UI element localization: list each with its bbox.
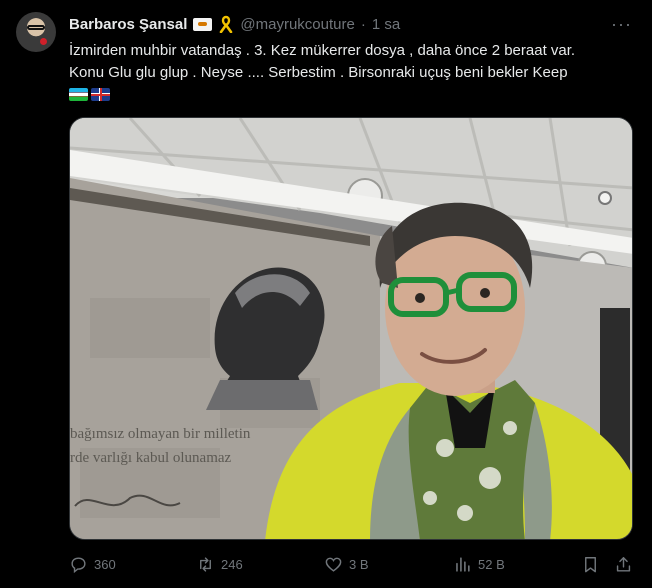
- reply-count: 360: [94, 556, 116, 572]
- tweet-text-line: İzmirden muhbir vatandaş . 3. Kez mükerr…: [69, 42, 576, 59]
- selfie-image: bağımsız olmayan bir milletin rde varlığ…: [70, 118, 632, 539]
- views-chart-icon: [456, 556, 470, 572]
- repost-count: 246: [221, 556, 243, 572]
- tweet-photo[interactable]: bağımsız olmayan bir milletin rde varlığ…: [69, 117, 633, 540]
- share-icon: [616, 556, 631, 572]
- views-button[interactable]: 52 B: [453, 552, 505, 576]
- avatar[interactable]: [16, 12, 56, 52]
- wall-inscription-1: bağımsız olmayan bir milletin: [70, 426, 251, 442]
- reply-icon: [71, 556, 86, 573]
- repost-button[interactable]: 246: [196, 552, 243, 576]
- like-button[interactable]: 3 B: [324, 552, 369, 576]
- flag-emojis: [69, 88, 639, 101]
- tweet-actions: 360 246 3 B 52 B: [69, 552, 633, 576]
- views-count: 52 B: [478, 556, 505, 572]
- heart-icon: [325, 557, 342, 572]
- uk-flag-icon: [91, 88, 110, 101]
- tweet[interactable]: Barbaros Şansal @mayrukcouture · 1 sa ··…: [0, 0, 652, 588]
- tweet-text: İzmirden muhbir vatandaş . 3. Kez mükerr…: [69, 40, 639, 101]
- yellow-ribbon-icon: [218, 15, 234, 34]
- tweet-text-line: Konu Glu glu glup . Neyse .... Serbestim…: [69, 64, 568, 81]
- repost-icon: [200, 556, 211, 572]
- bookmark-icon: [585, 556, 596, 572]
- author-name[interactable]: Barbaros Şansal: [69, 16, 187, 33]
- separator-dot: ·: [360, 15, 366, 33]
- author-handle[interactable]: @mayrukcouture: [240, 16, 354, 33]
- tweet-header: Barbaros Şansal @mayrukcouture · 1 sa: [69, 14, 400, 34]
- like-count: 3 B: [349, 556, 369, 572]
- bookmark-button[interactable]: [581, 552, 600, 576]
- avatar-glasses: [27, 25, 45, 30]
- more-options-icon[interactable]: ···: [611, 14, 632, 35]
- uzbekistan-flag-icon: [69, 88, 88, 101]
- wall-inscription-2: rde varlığı kabul olunamaz: [70, 450, 232, 466]
- avatar-rose: [40, 38, 47, 45]
- timestamp[interactable]: 1 sa: [372, 16, 400, 33]
- cyprus-flag-icon: [193, 17, 213, 31]
- share-button[interactable]: [614, 552, 633, 576]
- reply-button[interactable]: 360: [69, 552, 116, 576]
